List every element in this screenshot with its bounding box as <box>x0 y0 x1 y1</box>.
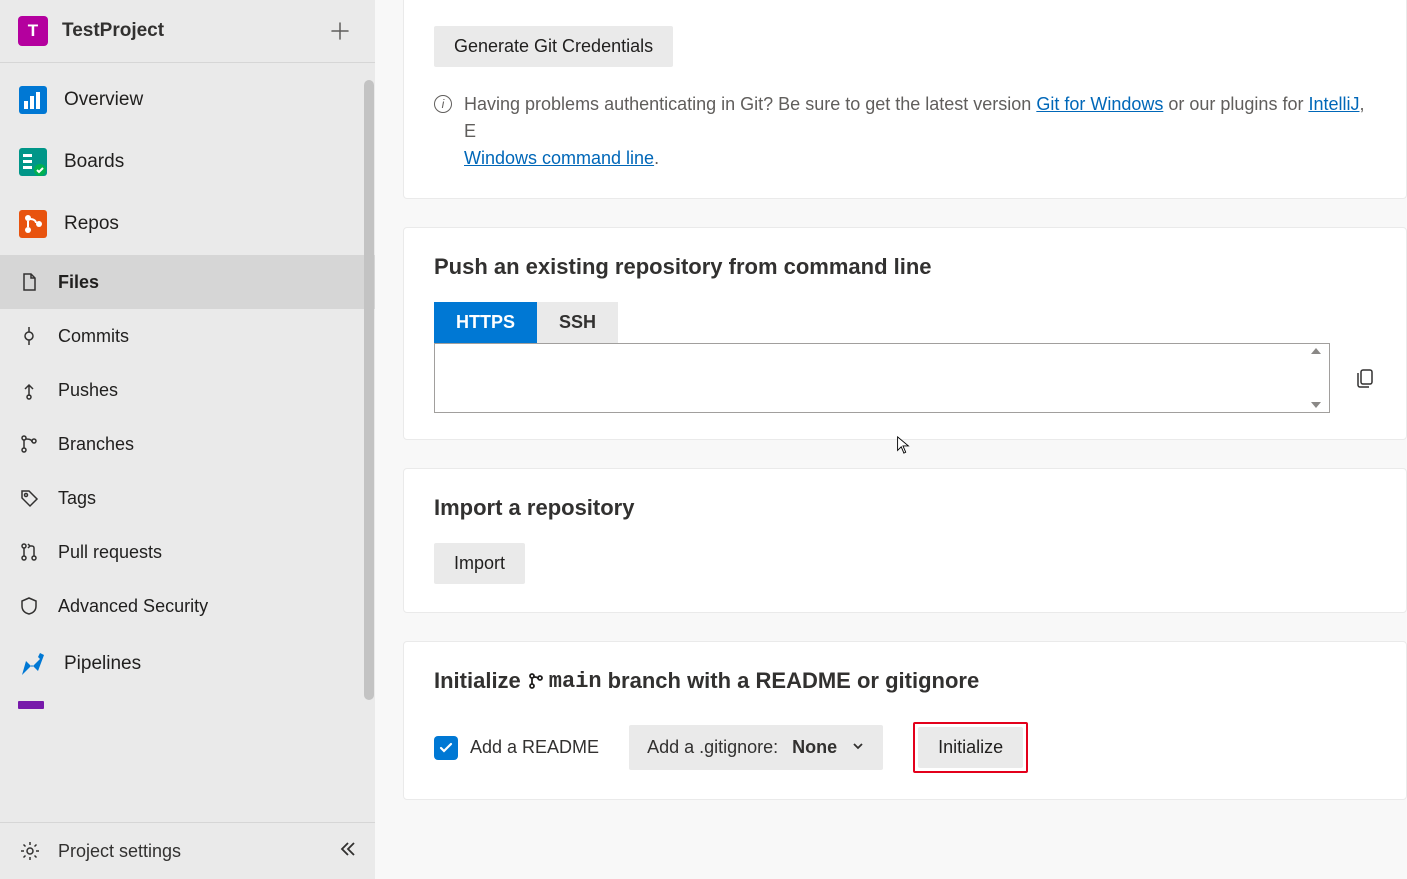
branch-chip: main <box>527 669 602 694</box>
project-name[interactable]: TestProject <box>62 20 323 42</box>
link-intellij[interactable]: IntelliJ <box>1308 94 1359 114</box>
commits-icon <box>18 325 40 347</box>
info-text: . <box>654 148 659 168</box>
credentials-info: i Having problems authenticating in Git?… <box>434 91 1376 172</box>
copy-icon <box>1354 367 1376 389</box>
gitignore-label: Add a .gitignore: <box>647 737 778 758</box>
initialize-title: Initialize main branch with a README or … <box>434 668 1376 694</box>
sidebar-item-label: Commits <box>58 326 129 347</box>
branches-icon <box>18 433 40 455</box>
sidebar-item-label: Overview <box>64 89 143 111</box>
sidebar-item-overview[interactable]: Overview <box>0 69 375 131</box>
sidebar-item-label: Repos <box>64 213 119 235</box>
gitignore-value: None <box>792 737 837 758</box>
credentials-card: Generate Git Credentials i Having proble… <box>403 0 1407 199</box>
sidebar-item-commits[interactable]: Commits <box>0 309 375 363</box>
tags-icon <box>18 487 40 509</box>
shield-icon <box>18 595 40 617</box>
sidebar-item-repos[interactable]: Repos <box>0 193 375 255</box>
chevron-double-left-icon <box>339 840 357 858</box>
info-icon: i <box>434 95 452 113</box>
boards-icon <box>18 147 48 177</box>
sidebar-item-label: Pull requests <box>58 542 162 563</box>
spinner-down-icon[interactable] <box>1311 402 1321 408</box>
sidebar-header: T TestProject <box>0 0 375 63</box>
sidebar-item-pushes[interactable]: Pushes <box>0 363 375 417</box>
sidebar: T TestProject Overview Boards Repos <box>0 0 375 879</box>
init-title-pre: Initialize <box>434 668 521 694</box>
push-title: Push an existing repository from command… <box>434 254 1376 280</box>
project-badge[interactable]: T <box>18 16 48 46</box>
main-content: Generate Git Credentials i Having proble… <box>375 0 1407 879</box>
sidebar-item-pipelines[interactable]: Pipelines <box>0 633 375 695</box>
sidebar-scrollbar[interactable] <box>363 80 375 720</box>
import-title: Import a repository <box>434 495 1376 521</box>
sidebar-item-tags[interactable]: Tags <box>0 471 375 525</box>
textarea-spinners[interactable] <box>1311 348 1325 408</box>
readme-checkbox[interactable]: Add a README <box>434 736 599 760</box>
generate-credentials-button[interactable]: Generate Git Credentials <box>434 26 673 67</box>
nav-list: Overview Boards Repos Files Commits <box>0 69 375 822</box>
readme-label: Add a README <box>470 737 599 758</box>
sidebar-item-boards[interactable]: Boards <box>0 131 375 193</box>
plus-icon <box>331 22 349 40</box>
artifacts-partial-icon <box>18 701 44 709</box>
sidebar-item-label: Branches <box>58 434 134 455</box>
spinner-up-icon[interactable] <box>1311 348 1321 354</box>
sidebar-item-pull-requests[interactable]: Pull requests <box>0 525 375 579</box>
tab-https[interactable]: HTTPS <box>434 302 537 343</box>
pull-requests-icon <box>18 541 40 563</box>
initialize-highlight: Initialize <box>913 722 1028 773</box>
sidebar-item-label: Files <box>58 272 99 293</box>
link-git-for-windows[interactable]: Git for Windows <box>1036 94 1163 114</box>
sidebar-item-label: Boards <box>64 151 124 173</box>
overview-icon <box>18 85 48 115</box>
protocol-tabs: HTTPS SSH <box>434 302 1376 343</box>
command-textarea[interactable] <box>434 343 1330 413</box>
push-card: Push an existing repository from command… <box>403 227 1407 440</box>
info-text: Having problems authenticating in Git? B… <box>464 94 1036 114</box>
add-button[interactable] <box>323 14 357 48</box>
check-icon <box>439 741 453 755</box>
pipelines-icon <box>18 649 48 679</box>
branch-icon <box>527 672 545 690</box>
sidebar-item-advanced-security[interactable]: Advanced Security <box>0 579 375 633</box>
repos-icon <box>18 209 48 239</box>
sidebar-item-label: Tags <box>58 488 96 509</box>
branch-name-text: main <box>549 669 602 694</box>
tab-ssh[interactable]: SSH <box>537 302 618 343</box>
link-windows-cmdline[interactable]: Windows command line <box>464 148 654 168</box>
project-settings[interactable]: Project settings <box>0 822 375 879</box>
chevron-down-icon <box>851 739 865 756</box>
import-card: Import a repository Import <box>403 468 1407 613</box>
collapse-sidebar-button[interactable] <box>339 840 357 863</box>
info-text: or our plugins for <box>1168 94 1308 114</box>
gear-icon <box>18 839 42 863</box>
files-icon <box>18 271 40 293</box>
sidebar-item-label: Pipelines <box>64 653 141 675</box>
import-button[interactable]: Import <box>434 543 525 584</box>
copy-button[interactable] <box>1354 367 1376 389</box>
sidebar-item-branches[interactable]: Branches <box>0 417 375 471</box>
pushes-icon <box>18 379 40 401</box>
initialize-button[interactable]: Initialize <box>918 727 1023 768</box>
sidebar-item-label: Pushes <box>58 380 118 401</box>
settings-label: Project settings <box>58 841 181 862</box>
initialize-card: Initialize main branch with a README or … <box>403 641 1407 800</box>
scrollbar-thumb[interactable] <box>364 80 374 700</box>
sidebar-item-files[interactable]: Files <box>0 255 375 309</box>
sidebar-item-label: Advanced Security <box>58 596 208 617</box>
gitignore-dropdown[interactable]: Add a .gitignore: None <box>629 725 883 770</box>
checkbox-box <box>434 736 458 760</box>
init-title-post: branch with a README or gitignore <box>608 668 980 694</box>
